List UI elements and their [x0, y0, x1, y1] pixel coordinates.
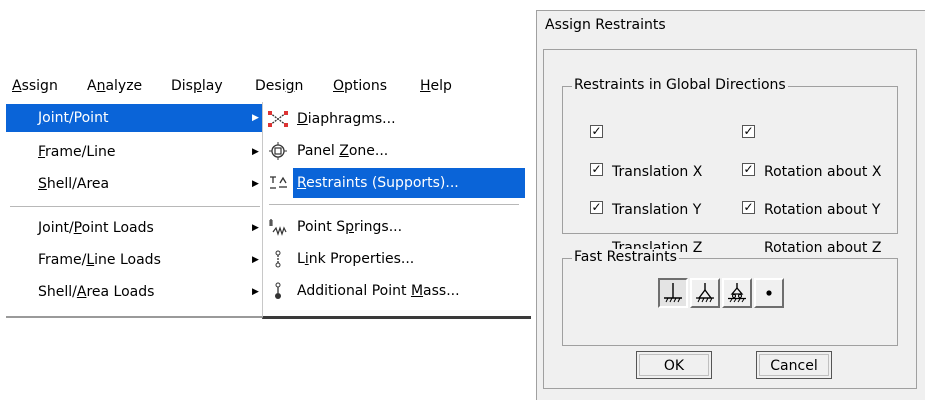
- submenu-arrow-icon: ▶: [252, 179, 259, 189]
- menu-item-label: Joint/Point: [38, 110, 109, 126]
- submenu-item-diaphragms[interactable]: Diaphragms...: [263, 104, 531, 134]
- roller-support-button[interactable]: [722, 278, 752, 308]
- pinned-support-button[interactable]: [690, 278, 720, 308]
- checkmark-icon: ✓: [742, 162, 755, 176]
- checkmark-icon: ✓: [590, 124, 603, 138]
- translation-x-checkbox[interactable]: ✓ Translation X: [590, 122, 702, 180]
- menu-item-label: Frame/Line: [38, 144, 116, 160]
- submenu-item-label: Point Springs...: [297, 219, 403, 235]
- assign-dropdown: Joint/Point ▶ Frame/Line ▶ Shell/Area ▶ …: [6, 102, 263, 318]
- submenu-item-link-properties[interactable]: Link Properties...: [263, 244, 531, 274]
- menu-item-shell-area[interactable]: Shell/Area ▶: [6, 170, 262, 198]
- submenu-item-label: Additional Point Mass...: [297, 283, 460, 299]
- submenu-item-label: Restraints (Supports)...: [293, 168, 525, 198]
- menu-item-frame-line-loads[interactable]: Frame/Line Loads ▶: [6, 246, 262, 274]
- free-point-icon: [766, 290, 772, 296]
- rotation-about-z-checkbox[interactable]: ✓ Rotation about Z: [742, 198, 881, 256]
- joint-point-submenu: Diaphragms... Panel Zone... Restraints (…: [262, 102, 531, 319]
- menu-item-label: Frame/Line Loads: [38, 252, 161, 268]
- pinned-support-icon: [696, 283, 714, 303]
- fast-restraints-legend: Fast Restraints: [572, 249, 679, 265]
- rotation-about-y-checkbox[interactable]: ✓ Rotation about Y: [742, 160, 880, 218]
- submenu-arrow-icon: ▶: [252, 147, 259, 157]
- menu-separator: [269, 204, 519, 205]
- dialog-body: Restraints in Global Directions ✓ Transl…: [543, 49, 917, 389]
- submenu-item-additional-point-mass[interactable]: Additional Point Mass...: [263, 276, 531, 306]
- free-point-button[interactable]: [754, 278, 784, 308]
- menu-help[interactable]: Help: [420, 78, 452, 94]
- panel-zone-icon: [269, 142, 287, 160]
- fast-restraint-buttons: [658, 278, 784, 308]
- menu-options[interactable]: Options: [333, 78, 387, 94]
- checkmark-icon: ✓: [742, 124, 755, 138]
- ok-button[interactable]: OK: [636, 351, 712, 379]
- checkmark-icon: ✓: [742, 200, 755, 214]
- menu-item-joint-point[interactable]: Joint/Point ▶: [6, 104, 262, 132]
- spring-icon: [269, 219, 287, 236]
- menu-item-joint-point-loads[interactable]: Joint/Point Loads ▶: [6, 214, 262, 242]
- fixed-support-icon: [664, 283, 682, 303]
- translation-z-checkbox[interactable]: ✓ Translation Z: [590, 198, 702, 256]
- diaphragm-icon: [268, 111, 288, 127]
- menu-separator: [10, 206, 260, 208]
- checkmark-icon: ✓: [590, 162, 603, 176]
- submenu-item-restraints[interactable]: Restraints (Supports)...: [263, 168, 531, 198]
- submenu-item-point-springs[interactable]: Point Springs...: [263, 212, 531, 242]
- rotation-about-x-checkbox[interactable]: ✓ Rotation about X: [742, 122, 881, 180]
- restraints-icon: [270, 176, 287, 189]
- checkmark-icon: ✓: [590, 200, 603, 214]
- menu-item-label: Shell/Area: [38, 176, 110, 192]
- submenu-arrow-icon: ▶: [252, 113, 259, 123]
- submenu-arrow-icon: ▶: [252, 223, 259, 233]
- submenu-item-label: Link Properties...: [297, 251, 415, 267]
- submenu-arrow-icon: ▶: [252, 287, 259, 297]
- submenu-item-panel-zone[interactable]: Panel Zone...: [263, 136, 531, 166]
- menu-item-label: Joint/Point Loads: [38, 220, 154, 236]
- menu-item-frame-line[interactable]: Frame/Line ▶: [6, 138, 262, 166]
- global-directions-legend: Restraints in Global Directions: [572, 77, 788, 93]
- menu-item-label: Shell/Area Loads: [38, 284, 155, 300]
- submenu-item-label: Diaphragms...: [297, 111, 396, 127]
- dialog-title: Assign Restraints: [545, 17, 666, 33]
- submenu-item-label: Panel Zone...: [297, 143, 389, 159]
- menu-display[interactable]: Display: [171, 78, 223, 94]
- link-icon: [275, 250, 281, 268]
- roller-support-icon: [728, 283, 746, 303]
- assign-restraints-dialog: Assign Restraints Restraints in Global D…: [536, 10, 925, 400]
- mass-icon: [275, 282, 281, 299]
- menu-assign[interactable]: Assign: [12, 78, 58, 94]
- menu-analyze[interactable]: Analyze: [87, 78, 142, 94]
- translation-y-checkbox[interactable]: ✓ Translation Y: [590, 160, 701, 218]
- fixed-support-button[interactable]: [658, 278, 688, 308]
- cancel-button[interactable]: Cancel: [756, 351, 832, 379]
- submenu-arrow-icon: ▶: [252, 255, 259, 265]
- menu-item-shell-area-loads[interactable]: Shell/Area Loads ▶: [6, 278, 262, 306]
- menu-design[interactable]: Design: [255, 78, 303, 94]
- menu-bar: Assign Analyze Display Design Options He…: [6, 72, 529, 104]
